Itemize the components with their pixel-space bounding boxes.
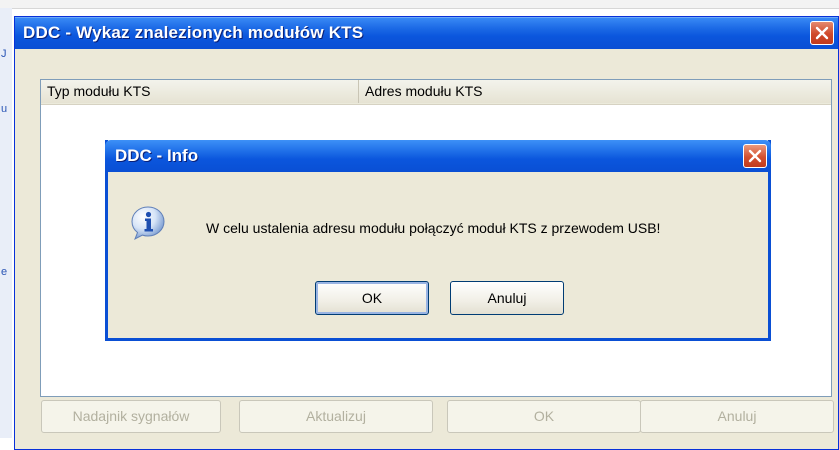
list-header: Typ modułu KTS Adres modułu KTS (41, 80, 831, 105)
dialog-title-bar[interactable]: DDC - Info (105, 140, 771, 172)
close-icon (748, 149, 762, 163)
close-icon (815, 26, 829, 40)
column-header-address[interactable]: Adres modułu KTS (359, 80, 831, 103)
main-title-bar[interactable]: DDC - Wykaz znalezionych modułów KTS (15, 17, 838, 49)
background-window-left: J u e (0, 8, 12, 438)
main-window-title: DDC - Wykaz znalezionych modułów KTS (23, 23, 364, 42)
dialog-cancel-button[interactable]: Anuluj (450, 281, 564, 315)
dialog-title: DDC - Info (115, 146, 199, 165)
background-glyph: u (1, 103, 8, 115)
refresh-button[interactable]: Aktualizuj (239, 400, 433, 433)
column-header-type[interactable]: Typ modułu KTS (41, 80, 359, 103)
background-glyph: J (1, 48, 7, 60)
info-icon (131, 206, 165, 241)
dialog-ok-button[interactable]: OK (315, 281, 429, 315)
background-window-edge (0, 0, 839, 9)
signal-transmitter-button[interactable]: Nadajnik sygnałów (41, 400, 221, 433)
background-glyph: e (1, 266, 8, 278)
ok-button[interactable]: OK (447, 400, 641, 433)
dialog-message: W celu ustalenia adresu modułu połączyć … (206, 220, 661, 236)
cancel-button[interactable]: Anuluj (640, 400, 834, 433)
main-close-button[interactable] (810, 21, 834, 45)
info-dialog: DDC - Info W celu ustalenia adresu moduł… (105, 140, 771, 341)
dialog-close-button[interactable] (743, 144, 767, 168)
